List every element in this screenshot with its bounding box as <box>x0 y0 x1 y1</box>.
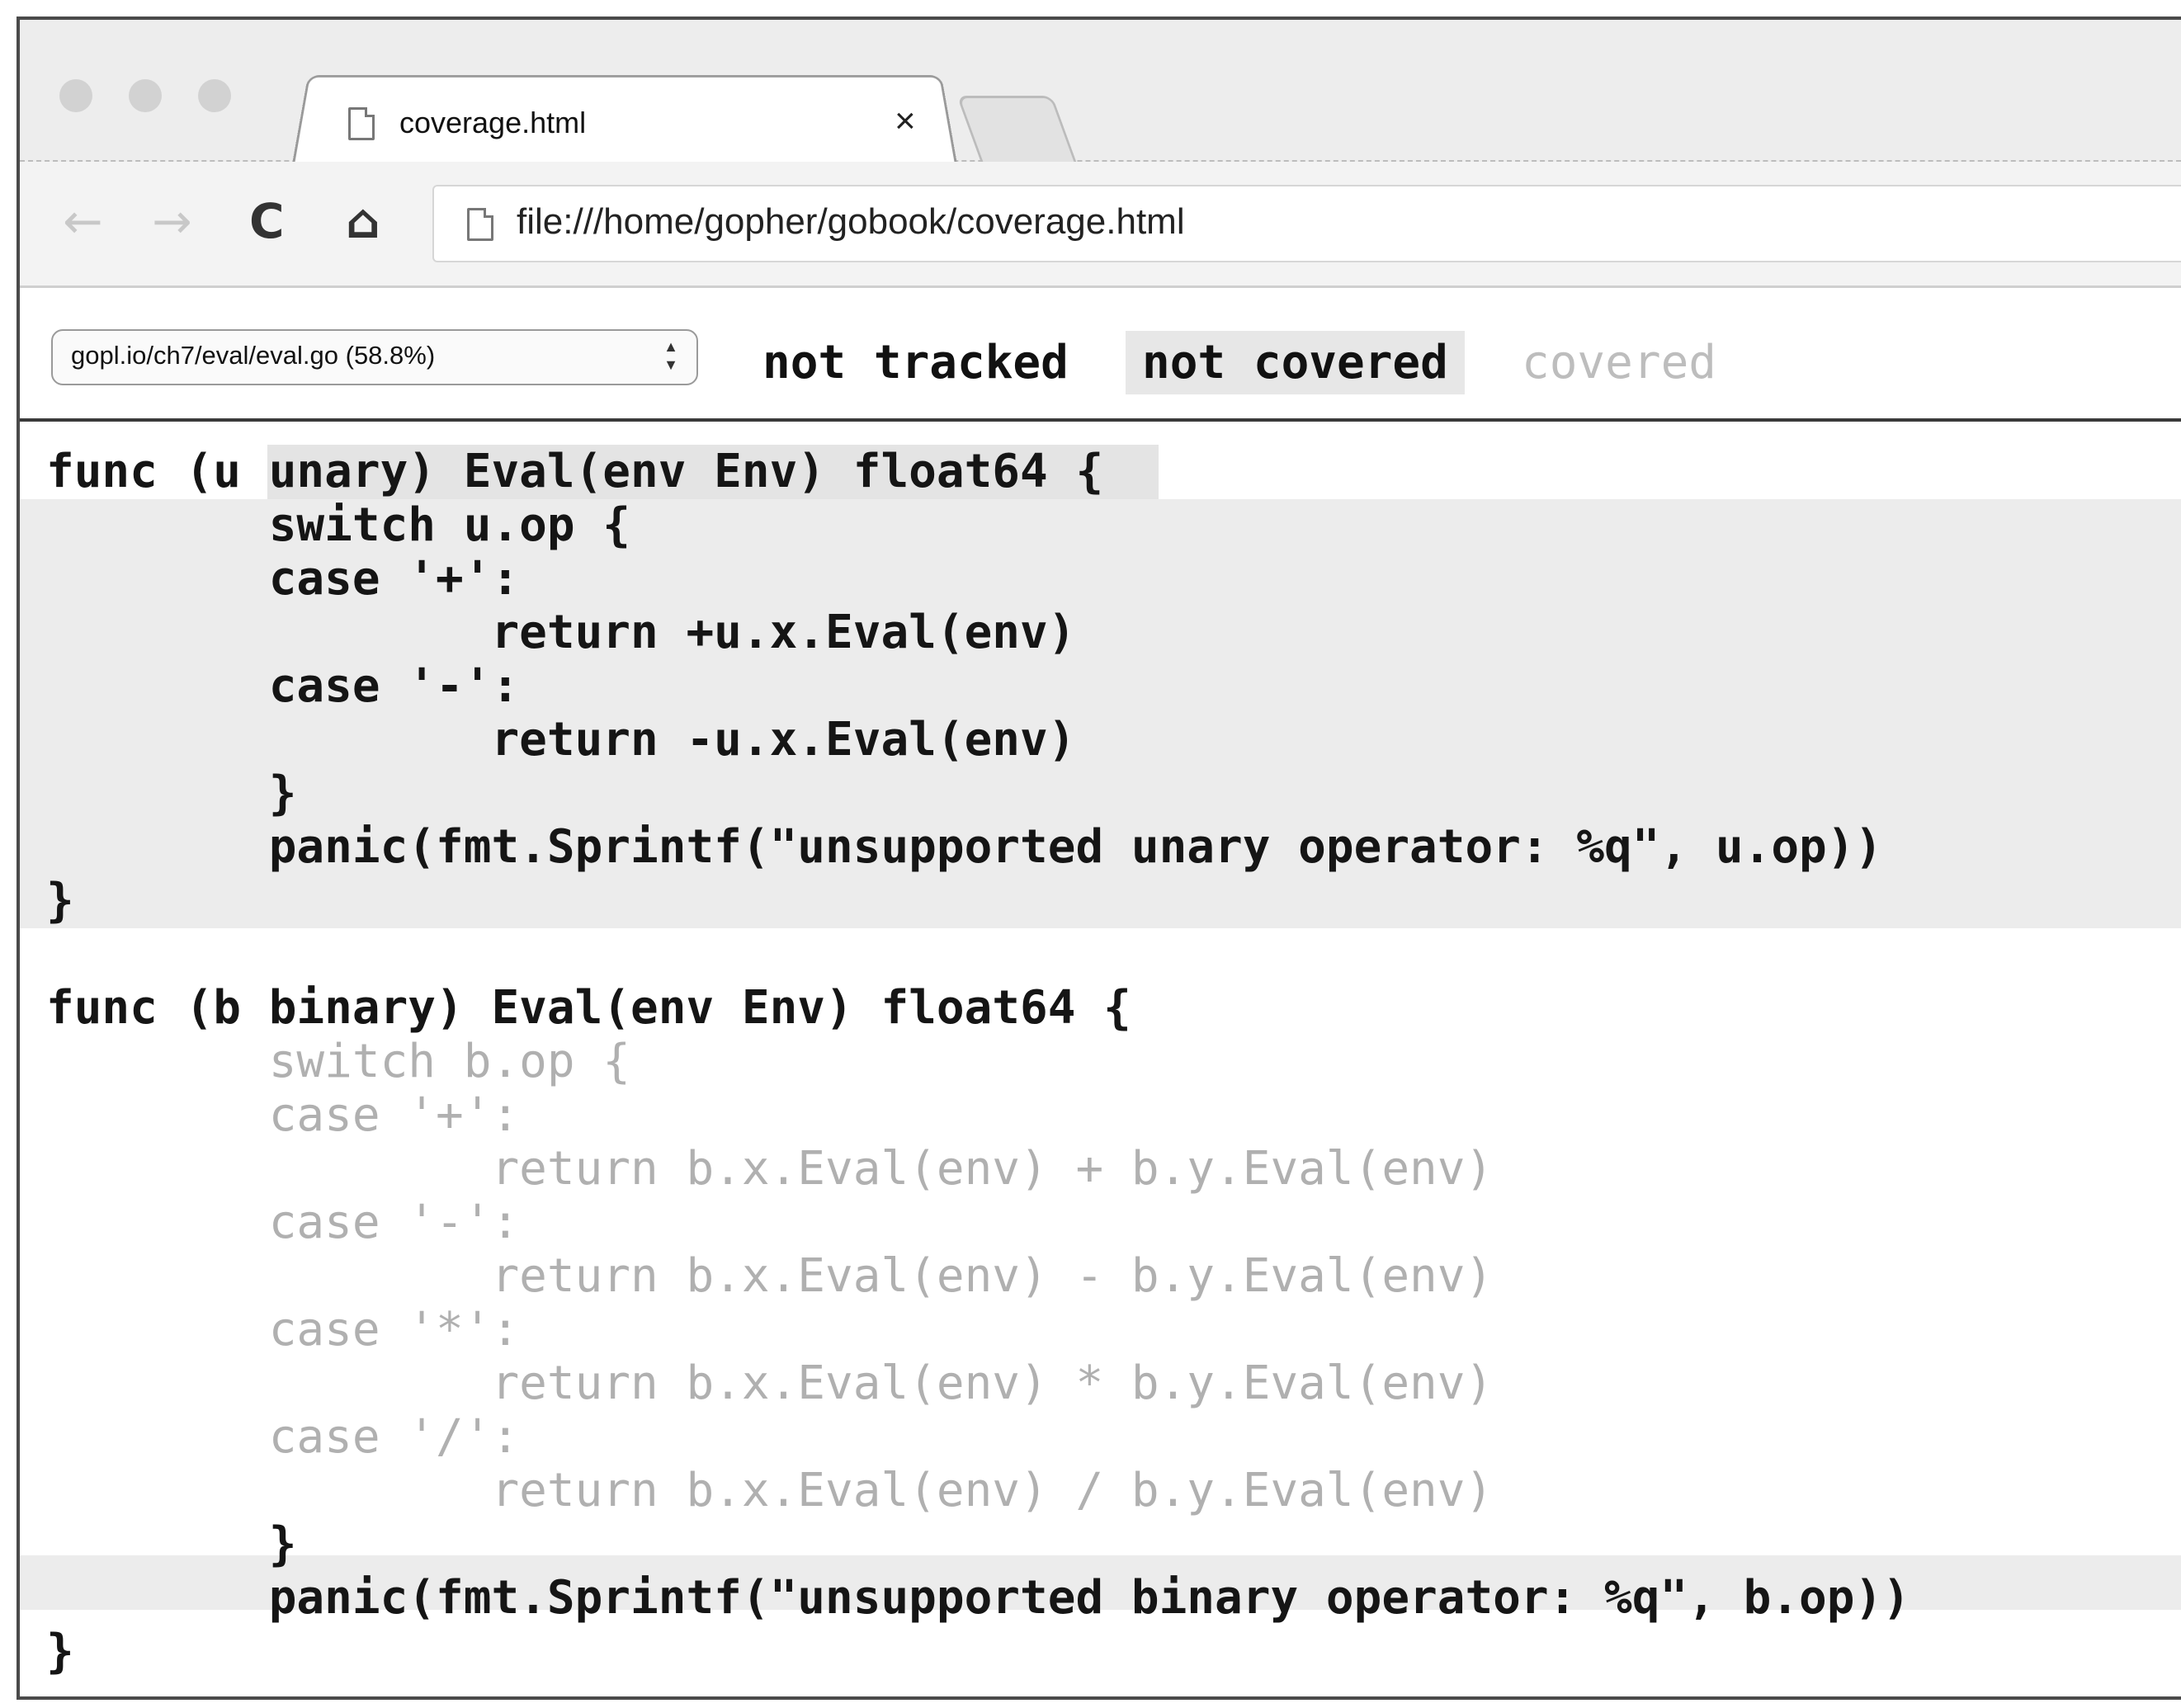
code-line: return +u.x.Eval(env) <box>20 606 2181 660</box>
back-icon[interactable]: ← <box>63 193 103 249</box>
code-line: return b.x.Eval(env) + b.y.Eval(env) <box>20 1142 2181 1196</box>
code-line-text: return b.x.Eval(env) - b.y.Eval(env) <box>46 1249 1494 1303</box>
code-line-text: switch b.op { <box>46 1035 631 1088</box>
code-line: } <box>20 1517 2181 1572</box>
code-line-text: case '-': <box>46 1196 520 1249</box>
tab-title: coverage.html <box>399 106 587 139</box>
code-line: panic(fmt.Sprintf("unsupported binary op… <box>20 1571 2181 1625</box>
forward-icon[interactable]: → <box>152 193 192 249</box>
code-line-text: panic(fmt.Sprintf("unsupported binary op… <box>46 1571 1910 1625</box>
code-line-text: case '/': <box>46 1410 520 1464</box>
code-line: case '+': <box>20 552 2181 606</box>
code-line-text: } <box>46 1625 74 1678</box>
code-line-text: case '-': <box>46 659 520 713</box>
code-line: } <box>20 767 2181 821</box>
home-icon[interactable]: ⌂ <box>346 193 380 249</box>
legend-not-tracked: not tracked <box>762 336 1069 389</box>
code-line: case '+': <box>20 1088 2181 1143</box>
code-line: return b.x.Eval(env) - b.y.Eval(env) <box>20 1249 2181 1304</box>
reload-icon[interactable]: C <box>249 193 285 249</box>
code-line-text: case '+': <box>46 552 520 606</box>
code-line-text: return b.x.Eval(env) + b.y.Eval(env) <box>46 1142 1494 1196</box>
code-line: panic(fmt.Sprintf("unsupported unary ope… <box>20 820 2181 875</box>
code-line-text: } <box>46 1517 297 1571</box>
code-line-text: } <box>46 874 74 927</box>
legend-covered: covered <box>1522 336 1717 389</box>
legend-not-covered: not covered <box>1126 331 1465 394</box>
code-line-text: case '*': <box>46 1303 520 1356</box>
file-select[interactable]: gopl.io/ch7/eval/eval.go (58.8%) ▲ ▼ <box>51 329 698 385</box>
page-icon <box>348 107 375 140</box>
tab-coverage-content[interactable]: coverage.html × <box>325 71 952 153</box>
code-line: return -u.x.Eval(env) <box>20 713 2181 767</box>
tab-close-icon[interactable]: × <box>895 101 916 142</box>
code-line-text: case '+': <box>46 1088 520 1142</box>
code-line-text: panic(fmt.Sprintf("unsupported unary ope… <box>46 820 1883 874</box>
browser-window: coverage.html × ← → C ⌂ file:///home/gop… <box>17 17 2181 1700</box>
code-line: case '-': <box>20 659 2181 714</box>
url-text[interactable]: file:///home/gopher/gobook/coverage.html <box>517 201 1185 243</box>
code-line-text: switch u.op { <box>46 498 631 552</box>
coverage-header: gopl.io/ch7/eval/eval.go (58.8%) ▲ ▼ not… <box>20 288 2181 422</box>
code-line-text: func (u unary) Eval(env Env) float64 { <box>46 445 1104 498</box>
code-line: switch u.op { <box>20 498 2181 553</box>
code-line: case '*': <box>20 1303 2181 1357</box>
code-line-text: return b.x.Eval(env) / b.y.Eval(env) <box>46 1464 1494 1517</box>
new-tab-button[interactable] <box>956 96 1077 163</box>
address-bar[interactable]: file:///home/gopher/gobook/coverage.html <box>432 185 2181 262</box>
code-line: case '-': <box>20 1196 2181 1250</box>
select-arrows-icon: ▲ ▼ <box>663 338 678 373</box>
window-minimize-dot[interactable] <box>129 79 162 112</box>
code-line: switch b.op { <box>20 1035 2181 1089</box>
window-zoom-dot[interactable] <box>198 79 231 112</box>
page-icon <box>467 208 493 241</box>
code-line-text: } <box>46 767 297 820</box>
code-line: case '/': <box>20 1410 2181 1465</box>
code-line-text: func (b binary) Eval(env Env) float64 { <box>46 981 1131 1035</box>
window-close-dot[interactable] <box>59 79 92 112</box>
code-line: func (u unary) Eval(env Env) float64 { <box>20 445 2181 499</box>
code-line-text: return b.x.Eval(env) * b.y.Eval(env) <box>46 1356 1494 1410</box>
code-line-text: return +u.x.Eval(env) <box>46 606 1076 659</box>
code-line: return b.x.Eval(env) * b.y.Eval(env) <box>20 1356 2181 1411</box>
tab-strip: coverage.html × <box>20 20 2181 164</box>
browser-toolbar: ← → C ⌂ file:///home/gopher/gobook/cover… <box>20 162 2181 288</box>
code-line-text: return -u.x.Eval(env) <box>46 713 1076 767</box>
code-line: func (b binary) Eval(env Env) float64 { <box>20 981 2181 1036</box>
code-line: } <box>20 1625 2181 1679</box>
code-line: return b.x.Eval(env) / b.y.Eval(env) <box>20 1464 2181 1518</box>
file-select-value: gopl.io/ch7/eval/eval.go (58.8%) <box>71 341 436 370</box>
code-line: } <box>20 874 2181 928</box>
code-view: func (u unary) Eval(env Env) float64 { s… <box>20 422 2181 1696</box>
